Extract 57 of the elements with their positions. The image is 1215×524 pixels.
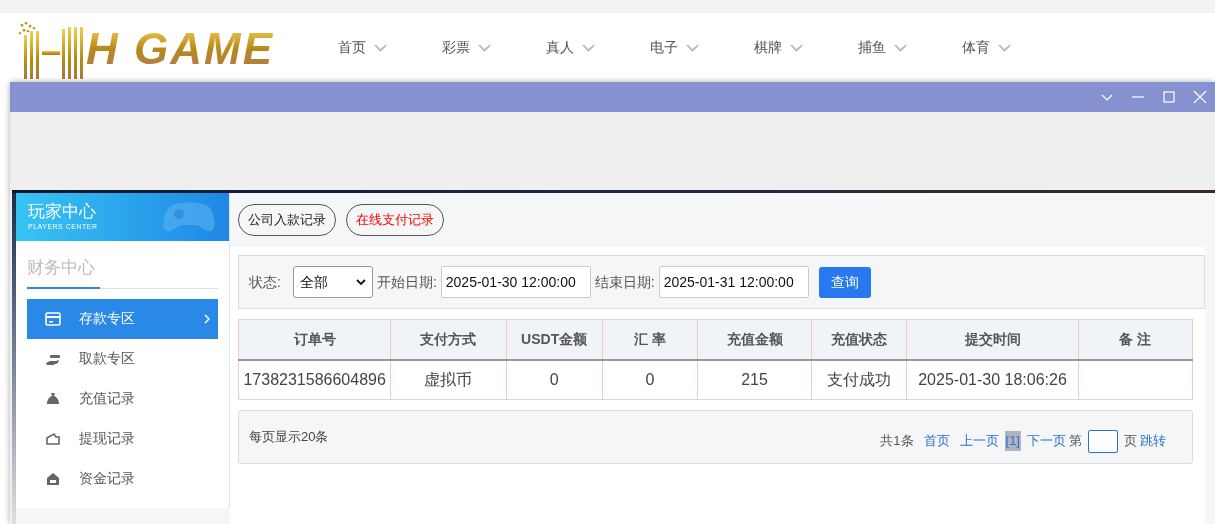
page-label: 页	[1124, 432, 1137, 451]
first-page-link[interactable]: 首页	[923, 431, 950, 451]
column-header: 订单号	[293, 330, 336, 347]
table-cell: 虚拟币	[424, 370, 473, 388]
close-icon[interactable]	[1193, 90, 1207, 104]
current-page: [1]	[1004, 431, 1021, 451]
page-number-field[interactable]	[1088, 429, 1118, 453]
nav-link[interactable]: 捕鱼	[858, 37, 886, 58]
column-header: 备 注	[1119, 330, 1152, 347]
column-header: 充值金额	[726, 330, 783, 347]
page-size-text: 每页显示20条	[249, 428, 329, 446]
prev-page-link[interactable]: 上一页	[959, 431, 999, 451]
table-cell: 2025-01-30 18:06:26	[918, 370, 1067, 388]
column-header: 充值状态	[831, 330, 888, 347]
status-dropdown[interactable]: 全部	[292, 266, 373, 298]
safe-icon	[45, 470, 61, 487]
field-label: 结束日期:	[594, 272, 655, 292]
card-icon	[45, 310, 61, 327]
chevron-down-icon[interactable]	[686, 43, 699, 52]
page-label: 第	[1069, 432, 1082, 451]
maximize-icon[interactable]	[1162, 90, 1176, 104]
nav-link[interactable]: 彩票	[442, 37, 470, 58]
nav-link[interactable]: 首页	[338, 37, 366, 58]
nav-link[interactable]: 棋牌	[754, 37, 782, 58]
table-cell: 支付成功	[827, 370, 892, 388]
wallet-icon	[45, 430, 61, 447]
chevron-down-icon[interactable]	[894, 43, 907, 52]
column-header: 汇 率	[633, 330, 666, 347]
column-header: 支付方式	[420, 330, 477, 347]
column-header: 提交时间	[964, 330, 1021, 347]
total-count: 共1条	[880, 432, 914, 451]
chevron-down-icon[interactable]	[998, 43, 1011, 52]
chevron-down-icon[interactable]	[582, 43, 595, 52]
start-date-field[interactable]: 2025-01-30 12:00:00	[440, 266, 591, 298]
chevron-down-icon[interactable]	[478, 43, 491, 52]
chevron-down-icon[interactable]	[790, 43, 803, 52]
query-button[interactable]: 查询	[818, 266, 871, 298]
caret-icon	[355, 278, 366, 286]
end-date-field[interactable]: 2025-01-31 12:00:00	[658, 266, 809, 298]
table-cell: 1738231586604896	[243, 370, 386, 388]
next-page-link[interactable]: 下一页	[1027, 431, 1066, 451]
table-cell: 0	[645, 370, 655, 388]
nav-link[interactable]: 电子	[650, 37, 678, 58]
chevron-right-icon	[204, 313, 210, 324]
sidebar-item[interactable]: 存款专区	[27, 298, 218, 339]
nav-link[interactable]: 体育	[962, 37, 990, 58]
table-cell: 0	[549, 370, 559, 388]
record-tab[interactable]: 在线支付记录	[346, 204, 444, 236]
field-label: 状态:	[249, 272, 281, 292]
sidebar-title: 玩家中心	[28, 202, 97, 222]
chevron-down-icon[interactable]	[374, 43, 387, 52]
jump-link[interactable]: 跳转	[1140, 431, 1166, 451]
column-header: USDT金额	[521, 330, 588, 347]
table-cell: 215	[741, 370, 768, 388]
nav-link[interactable]: 真人	[546, 37, 574, 58]
record-tab[interactable]: 公司入款记录	[238, 204, 336, 236]
field-label: 开始日期:	[376, 272, 437, 292]
